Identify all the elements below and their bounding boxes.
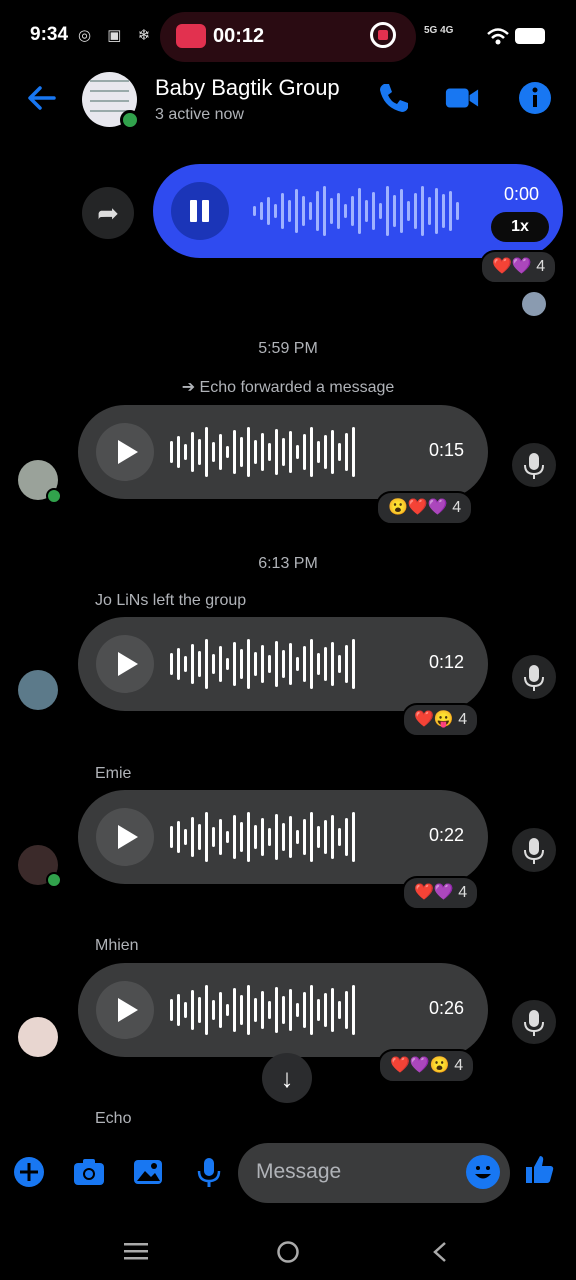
microphone-icon xyxy=(524,1010,544,1036)
seen-avatar xyxy=(522,292,546,316)
voice-reply-button[interactable] xyxy=(512,1000,556,1044)
gallery-icon[interactable] xyxy=(131,1155,165,1189)
microphone-icon xyxy=(524,838,544,864)
playback-speed-button[interactable]: 1x xyxy=(491,212,549,242)
network-indicator: 5G 4G xyxy=(424,25,454,36)
avatar[interactable] xyxy=(18,1017,58,1057)
waveform xyxy=(170,810,355,864)
emoji-icon[interactable] xyxy=(466,1155,500,1189)
sender-name: Emie xyxy=(95,765,132,782)
waveform xyxy=(170,637,355,691)
pause-icon[interactable] xyxy=(171,182,229,240)
camera-icon[interactable] xyxy=(72,1155,106,1189)
waveform xyxy=(170,983,355,1037)
reactions-badge[interactable]: 😮❤️💜 4 xyxy=(376,491,474,525)
battery-icon xyxy=(515,28,545,44)
online-indicator xyxy=(120,110,140,130)
voice-duration: 0:12 xyxy=(428,652,464,672)
menu-nav-icon[interactable] xyxy=(124,1242,148,1260)
info-icon[interactable] xyxy=(517,80,553,116)
online-indicator xyxy=(46,872,62,888)
voice-message-mine[interactable]: 0:00 1x xyxy=(153,164,563,258)
video-call-icon[interactable] xyxy=(444,80,480,116)
voice-duration: 0:22 xyxy=(428,825,464,845)
voice-message[interactable]: 0:12 xyxy=(78,617,488,711)
waveform xyxy=(253,184,459,238)
status-time: 9:34 xyxy=(30,24,69,45)
timestamp: 6:13 PM xyxy=(258,555,318,572)
waveform xyxy=(170,425,355,479)
home-nav-icon[interactable] xyxy=(276,1240,300,1264)
scroll-to-bottom-button[interactable]: ↓ xyxy=(262,1053,312,1103)
active-status: 3 active now xyxy=(155,106,244,123)
voice-reply-button[interactable] xyxy=(512,828,556,872)
play-icon[interactable] xyxy=(96,423,154,481)
sender-name: Mhien xyxy=(95,937,139,954)
sender-name: Echo xyxy=(95,1110,132,1127)
voice-duration: 0:00 xyxy=(503,184,539,204)
voice-reply-button[interactable] xyxy=(512,655,556,699)
microphone-icon[interactable] xyxy=(192,1155,226,1189)
plus-icon[interactable] xyxy=(12,1155,46,1189)
group-name[interactable]: Baby Bagtik Group xyxy=(155,75,340,101)
voice-message[interactable]: 0:15 xyxy=(78,405,488,499)
avatar[interactable] xyxy=(18,670,58,710)
online-indicator xyxy=(46,488,62,504)
voice-duration: 0:26 xyxy=(428,998,464,1018)
play-icon[interactable] xyxy=(96,981,154,1039)
forwarded-note: ➔ Echo forwarded a message xyxy=(181,379,395,396)
voice-reply-button[interactable] xyxy=(512,443,556,487)
reactions-badge[interactable]: ❤️💜 4 xyxy=(402,876,480,910)
system-note: Jo LiNs left the group xyxy=(95,592,247,609)
back-nav-icon[interactable] xyxy=(430,1240,450,1264)
play-icon[interactable] xyxy=(96,808,154,866)
microphone-icon xyxy=(524,665,544,691)
recording-camera-icon xyxy=(176,24,206,48)
back-arrow-icon[interactable] xyxy=(26,84,58,112)
recording-time: 00:12 xyxy=(213,25,265,47)
like-thumbs-up-icon[interactable] xyxy=(522,1152,556,1186)
reactions-badge[interactable]: ❤️😛 4 xyxy=(402,703,480,737)
reactions-badge[interactable]: ❤️💜 4 xyxy=(480,250,558,284)
voice-message[interactable]: 0:22 xyxy=(78,790,488,884)
reactions-badge[interactable]: ❤️💜😮 4 xyxy=(378,1049,476,1083)
forward-icon[interactable]: ➦ xyxy=(82,187,134,239)
voice-duration: 0:15 xyxy=(428,440,464,460)
phone-call-icon[interactable] xyxy=(376,80,412,116)
wifi-icon xyxy=(487,28,509,45)
stop-recording-icon[interactable] xyxy=(370,22,396,48)
play-icon[interactable] xyxy=(96,635,154,693)
voice-message[interactable]: 0:26 xyxy=(78,963,488,1057)
message-input-placeholder: Message xyxy=(256,1160,342,1183)
microphone-icon xyxy=(524,453,544,479)
timestamp: 5:59 PM xyxy=(258,340,318,357)
